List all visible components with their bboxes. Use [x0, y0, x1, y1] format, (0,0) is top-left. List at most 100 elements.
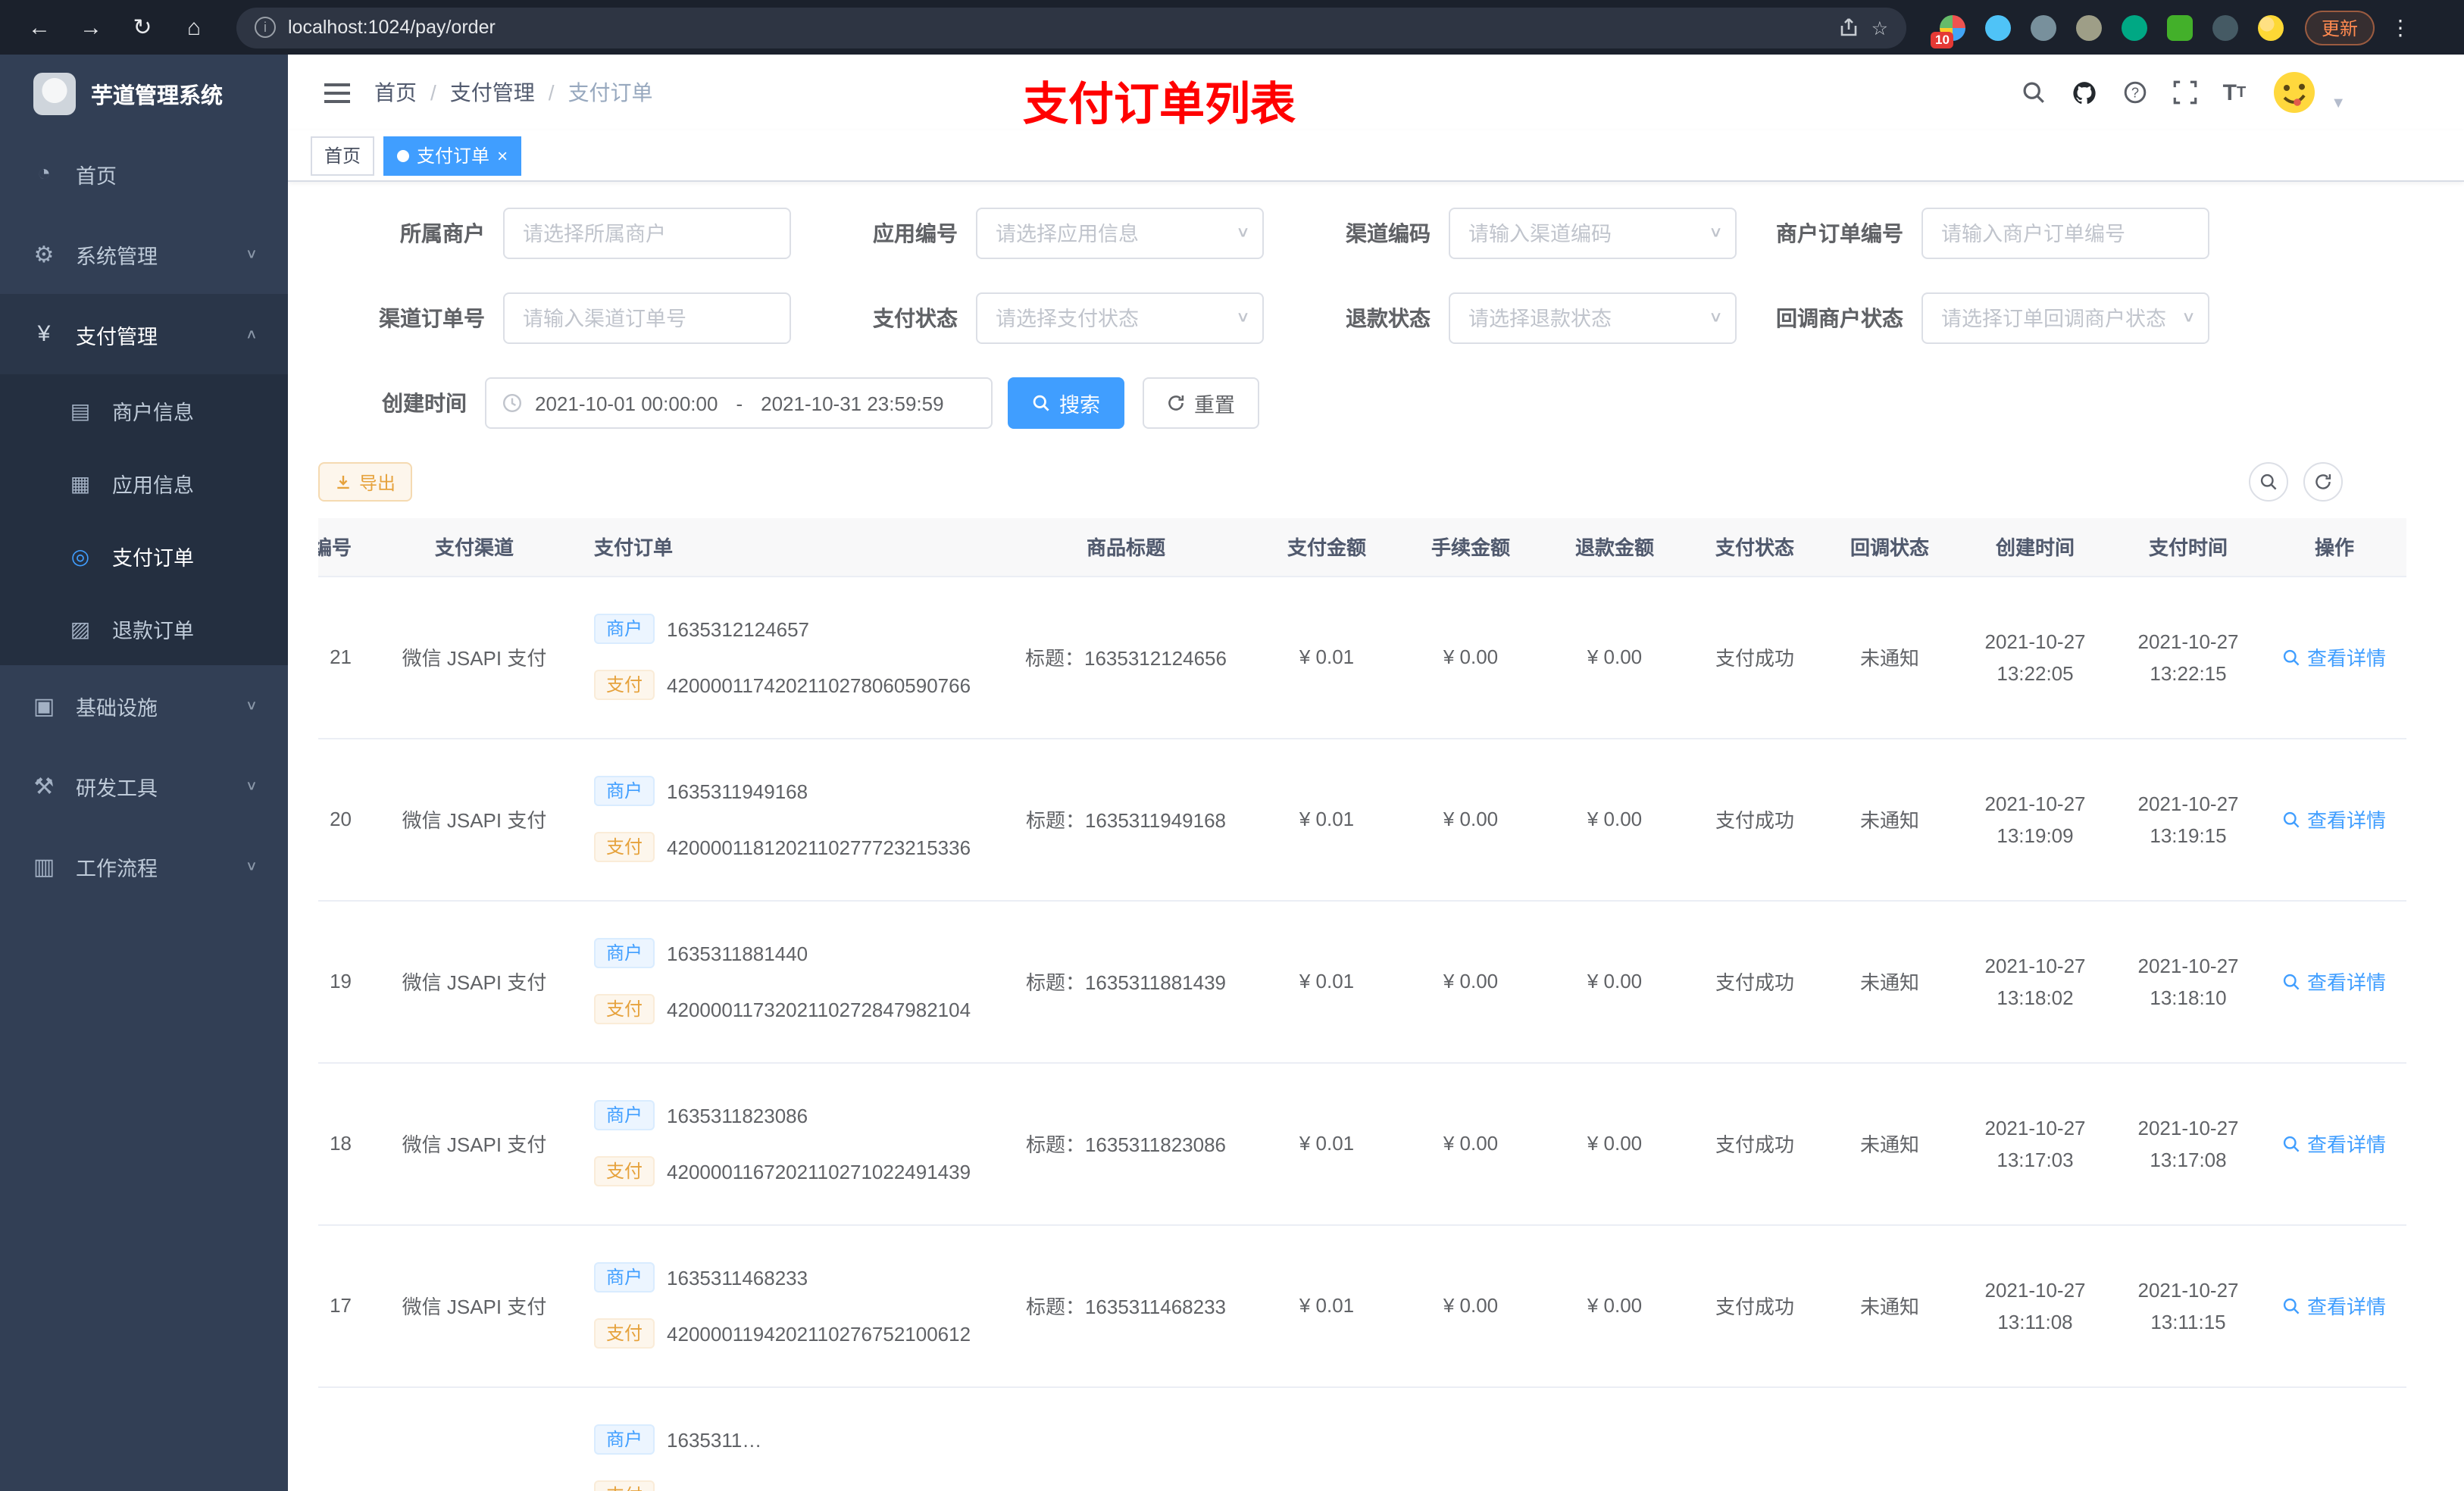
pay-status-select[interactable] [976, 292, 1264, 344]
breadcrumb-item[interactable]: 首页 [374, 77, 417, 108]
channel-code-select[interactable] [1449, 208, 1737, 259]
address-bar[interactable]: i localhost:1024/pay/order ☆ [236, 7, 1906, 48]
extension-icon[interactable] [2212, 14, 2238, 40]
merchant-order-no: 1635312124657 [667, 617, 810, 640]
date-end-value[interactable]: 2021-10-31 23:59:59 [761, 392, 943, 414]
view-detail-link[interactable]: 查看详情 [2283, 1291, 2386, 1320]
pay-time: 13:11:15 [2150, 1310, 2226, 1333]
view-detail-link[interactable]: 查看详情 [2283, 642, 2386, 671]
refund-status-select[interactable] [1449, 292, 1737, 344]
help-icon[interactable]: ? [2123, 80, 2147, 105]
extension-icon[interactable] [2167, 14, 2193, 40]
cell-channel: 微信 JSAPI 支付 [376, 1062, 573, 1225]
gear-icon: ⚙ [33, 242, 55, 267]
github-icon[interactable] [2072, 80, 2097, 105]
merchant-order-no: 1635311949168 [667, 780, 808, 802]
channel-order-no-input[interactable] [503, 292, 791, 344]
sidebar-item-app-info[interactable]: ▦ 应用信息 [0, 447, 288, 520]
cell-id: 20 [318, 738, 376, 901]
cell-status: 支付成功 [1687, 738, 1823, 901]
font-size-icon[interactable]: TT [2223, 80, 2247, 105]
search-icon [2260, 474, 2277, 490]
orders-table: 编号 支付渠道 支付订单 商品标题 支付金额 手续金额 退款金额 支付状态 回调… [318, 518, 2434, 1491]
toggle-search-icon-button[interactable] [2249, 462, 2288, 502]
view-detail-link[interactable]: 查看详情 [2283, 1129, 2386, 1158]
sidebar-item-home[interactable]: ◔ 首页 [0, 133, 288, 214]
bookmark-star-icon[interactable]: ☆ [1871, 16, 1888, 39]
breadcrumb-item[interactable]: 支付管理 [450, 77, 535, 108]
sidebar-item-payment[interactable]: ¥ 支付管理 ∧ [0, 294, 288, 374]
cell-fee: ¥ 0.00 [1399, 1062, 1543, 1225]
cell-fee [1399, 1386, 1543, 1491]
home-icon[interactable]: ⌂ [173, 6, 215, 48]
tab-home[interactable]: 首页 [311, 136, 375, 175]
table-row: 18 微信 JSAPI 支付 商户 1635311823086 支付 42000… [318, 1062, 2406, 1225]
cell-action: 查看详情 [2262, 1062, 2406, 1225]
export-button[interactable]: 导出 [318, 462, 413, 502]
user-avatar[interactable] [2272, 70, 2317, 115]
browser-update-button[interactable]: 更新 [2305, 10, 2375, 45]
cell-fee: ¥ 0.00 [1399, 900, 1543, 1063]
view-detail-link[interactable]: 查看详情 [2283, 805, 2386, 833]
breadcrumb-separator: / [548, 80, 555, 105]
cell-create-time: 2021-10-27 13:19:09 [1956, 738, 2114, 901]
cell-title: 标题：1635311823086 [997, 1062, 1255, 1225]
sidebar-item-refund-order[interactable]: ▨ 退款订单 [0, 592, 288, 665]
sidebar-item-workflow[interactable]: ▥ 工作流程 ∨ [0, 826, 288, 906]
col-title: 商品标题 [997, 518, 1255, 577]
search-button[interactable]: 搜索 [1008, 377, 1124, 429]
extension-icon[interactable]: 10 [1931, 14, 1965, 48]
extension-icon[interactable] [1985, 14, 2011, 40]
search-button-label: 搜索 [1059, 394, 1100, 417]
menu-fold-icon[interactable] [324, 83, 350, 102]
emoji-extension-icon[interactable] [2258, 14, 2284, 40]
channel-pay-no: 4200001174202110278060590766 [667, 674, 971, 696]
reset-button[interactable]: 重置 [1143, 377, 1259, 429]
sidebar-item-pay-order[interactable]: ◎ 支付订单 [0, 520, 288, 592]
site-info-icon[interactable]: i [255, 17, 276, 38]
screen: ← → ↻ ⌂ i localhost:1024/pay/order ☆ 10 … [0, 0, 2464, 1491]
app-id-select[interactable] [976, 208, 1264, 259]
sidebar-item-devtools[interactable]: ⚒ 研发工具 ∨ [0, 746, 288, 826]
back-icon[interactable]: ← [18, 6, 61, 48]
date-start-value[interactable]: 2021-10-01 00:00:00 [535, 392, 718, 414]
sidebar-item-system[interactable]: ⚙ 系统管理 ∨ [0, 214, 288, 294]
refresh-table-button[interactable] [2303, 462, 2343, 502]
notify-status-select[interactable] [1921, 292, 2209, 344]
search-icon[interactable] [2022, 80, 2046, 105]
merchant-filter-input[interactable] [503, 208, 791, 259]
table-row: 17 微信 JSAPI 支付 商户 1635311468233 支付 42000… [318, 1224, 2406, 1387]
extension-icon[interactable] [2076, 14, 2102, 40]
tab-pay-order[interactable]: 支付订单 × [383, 136, 522, 175]
sidebar-item-infra[interactable]: ▣ 基础设施 ∨ [0, 665, 288, 746]
merchant-order-no: 1635311881440 [667, 942, 808, 964]
extension-icon[interactable] [2122, 14, 2147, 40]
browser-menu-icon[interactable]: ⋮ [2384, 14, 2417, 40]
cell-create-time: 2021-10-27 13:22:05 [1956, 576, 2114, 739]
sidebar-item-merchant-info[interactable]: ▤ 商户信息 [0, 374, 288, 447]
caret-down-icon[interactable]: ▼ [2331, 95, 2346, 111]
share-icon[interactable] [1838, 17, 1859, 38]
create-time-range-picker[interactable]: 2021-10-01 00:00:00 - 2021-10-31 23:59:5… [485, 377, 993, 429]
col-amount: 支付金额 [1255, 518, 1399, 577]
refresh-icon [2315, 474, 2331, 489]
filter-label: 应用编号 [873, 221, 958, 245]
pay-tag: 支付 [594, 670, 655, 700]
url-text[interactable]: localhost:1024/pay/order [288, 17, 496, 38]
merchant-tag: 商户 [594, 1100, 655, 1130]
cell-notify: 未通知 [1823, 1224, 1956, 1387]
close-icon[interactable]: × [497, 146, 508, 164]
filter-label: 回调商户状态 [1776, 306, 1903, 330]
cell-fee: ¥ 0.00 [1399, 1224, 1543, 1387]
cell-amount: ¥ 0.01 [1255, 738, 1399, 901]
fullscreen-icon[interactable] [2173, 80, 2197, 105]
forward-icon[interactable]: → [70, 6, 112, 48]
cell-status: 支付成功 [1687, 1062, 1823, 1225]
merchant-order-no-input[interactable] [1921, 208, 2209, 259]
extension-icon[interactable] [2031, 14, 2056, 40]
reload-icon[interactable]: ↻ [121, 6, 164, 48]
pay-time: 13:19:15 [2150, 824, 2227, 846]
view-detail-link[interactable]: 查看详情 [2283, 967, 2386, 996]
date-separator: - [736, 392, 743, 414]
document-icon: ▨ [70, 616, 91, 640]
